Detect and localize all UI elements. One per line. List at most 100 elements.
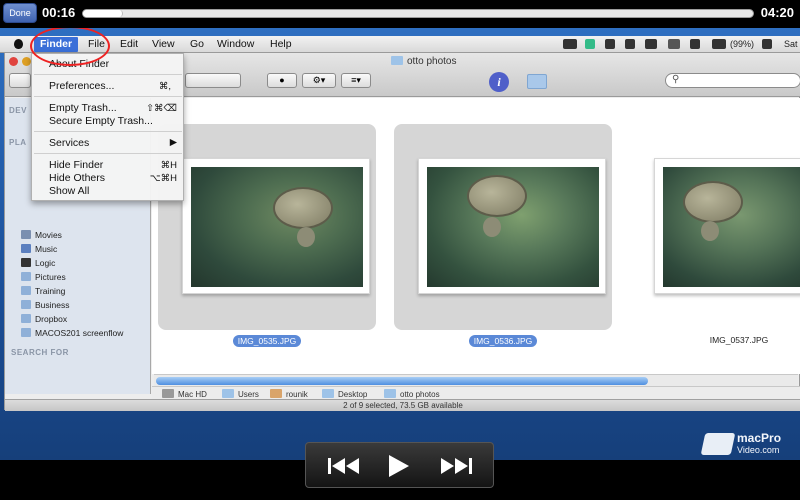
video-frame[interactable]: Finder File Edit View Go Window Help (99… <box>0 28 800 460</box>
play-icon[interactable] <box>388 454 410 478</box>
path-item[interactable]: Users <box>222 389 259 399</box>
sidebar-label: Pictures <box>35 272 66 282</box>
file-name: IMG_0536.JPG <box>468 335 538 347</box>
menu-go[interactable]: Go <box>190 38 204 50</box>
path-label: Desktop <box>338 390 368 399</box>
menu-item-hide-finder[interactable]: Hide Finder <box>49 159 103 171</box>
sidebar-item-business[interactable]: Business <box>21 299 70 311</box>
music-icon <box>21 244 31 253</box>
sidebar-item-music[interactable]: Music <box>21 243 57 255</box>
search-input[interactable]: ⚲ <box>665 73 800 88</box>
file-item[interactable]: IMG_0535.JPG <box>158 124 376 347</box>
back-forward-button[interactable] <box>9 73 31 88</box>
done-button[interactable]: Done <box>3 3 37 23</box>
path-label: rounik <box>286 390 308 399</box>
path-bar: Mac HD Users rounik Desktop otto photos <box>152 386 800 399</box>
get-info-icon[interactable]: i <box>489 72 509 92</box>
path-label: Mac HD <box>178 390 207 399</box>
turtle-shape <box>467 175 527 217</box>
display-icon[interactable] <box>645 39 657 49</box>
finder-menu: About Finder Preferences... ⌘, Empty Tra… <box>31 53 184 201</box>
folder-icon <box>21 328 31 337</box>
status-bar: 2 of 9 selected, 73.5 GB available <box>5 399 800 411</box>
screen-recorder-icon[interactable] <box>563 39 577 49</box>
arrange-button[interactable]: ≡▾ <box>341 73 371 88</box>
mac-menubar: Finder File Edit View Go Window Help (99… <box>0 36 800 53</box>
file-label[interactable]: IMG_0536.JPG <box>394 335 612 347</box>
rewind-icon[interactable] <box>328 457 360 475</box>
sidebar-item-logic[interactable]: Logic <box>21 257 55 269</box>
sidebar-label: Logic <box>35 258 56 268</box>
eye-icon: ● <box>279 75 285 85</box>
file-label[interactable]: IMG_0535.JPG <box>158 335 376 347</box>
shortcut-hide-others: ⌥⌘H <box>149 173 177 184</box>
menu-item-preferences[interactable]: Preferences... <box>49 80 114 92</box>
scroll-thumb[interactable] <box>156 377 648 385</box>
sidebar-item-pictures[interactable]: Pictures <box>21 271 66 283</box>
sidebar-item-training[interactable]: Training <box>21 285 65 297</box>
volume-icon[interactable] <box>690 39 700 49</box>
view-switcher[interactable] <box>185 73 241 88</box>
menu-item-show-all[interactable]: Show All <box>49 185 89 197</box>
path-item[interactable]: otto photos <box>384 389 440 399</box>
sidebar-places-header[interactable]: PLA <box>9 138 27 147</box>
sidebar-label: Business <box>35 300 70 310</box>
time-machine-icon[interactable] <box>605 39 615 49</box>
folder-icon <box>21 286 31 295</box>
battery-icon[interactable] <box>712 39 726 49</box>
menu-item-hide-others[interactable]: Hide Others <box>49 172 105 184</box>
shortcut-hide-finder: ⌘H <box>160 160 177 171</box>
fast-forward-icon[interactable] <box>440 457 472 475</box>
thumbnail-frame <box>654 158 800 294</box>
path-item[interactable]: rounik <box>270 389 308 399</box>
icon-view[interactable]: IMG_0535.JPG IMG_0536.JPG IMG_0537.JPG <box>152 98 800 374</box>
scrubber-bar[interactable] <box>82 9 754 18</box>
menu-item-services[interactable]: Services <box>49 137 89 149</box>
path-item[interactable]: Desktop <box>322 389 367 399</box>
battery-percent: (99%) <box>730 39 755 49</box>
photo-thumbnail <box>191 167 363 287</box>
folder-icon <box>384 389 396 398</box>
sidebar-item-movies[interactable]: Movies <box>21 229 62 241</box>
wifi-icon[interactable] <box>668 39 680 49</box>
sidebar-item-dropbox[interactable]: Dropbox <box>21 313 67 325</box>
menu-item-empty-trash[interactable]: Empty Trash... <box>49 102 117 114</box>
file-item[interactable]: IMG_0537.JPG <box>630 124 800 345</box>
sidebar-devices-header[interactable]: DEV <box>9 106 27 115</box>
file-item[interactable]: IMG_0536.JPG <box>394 124 612 347</box>
flag-icon[interactable] <box>762 39 772 49</box>
photo-thumbnail <box>663 167 800 287</box>
menubar-clock[interactable]: Sat <box>784 39 798 49</box>
sidebar-item-macos201[interactable]: MACOS201 screenflow <box>21 327 123 339</box>
menu-separator <box>34 131 182 132</box>
macprovideo-logo: macPro Video.com <box>700 432 795 455</box>
shortcut-empty-trash: ⇧⌘⌫ <box>146 103 177 114</box>
disk-icon <box>162 389 174 398</box>
logo-mark <box>700 433 736 455</box>
menu-item-secure-empty-trash[interactable]: Secure Empty Trash... <box>49 115 153 127</box>
new-folder-icon[interactable] <box>527 74 547 89</box>
close-icon[interactable] <box>9 57 18 66</box>
menu-separator <box>34 96 182 97</box>
file-name: IMG_0535.JPG <box>232 335 302 347</box>
menu-help[interactable]: Help <box>270 38 292 50</box>
menu-edit[interactable]: Edit <box>120 38 138 50</box>
sync-icon[interactable] <box>585 39 595 49</box>
sidebar-label: Movies <box>35 230 62 240</box>
file-name: IMG_0537.JPG <box>709 335 769 345</box>
sidebar-search-header[interactable]: SEARCH FOR <box>11 348 69 357</box>
lock-icon[interactable] <box>625 39 635 49</box>
action-button[interactable]: ⚙▾ <box>302 73 336 88</box>
menu-window[interactable]: Window <box>217 38 254 50</box>
horizontal-scrollbar[interactable] <box>154 374 798 386</box>
sidebar-label: Music <box>35 244 58 254</box>
sidebar-label: MACOS201 screenflow <box>35 328 124 338</box>
remaining-time: 04:20 <box>760 5 794 20</box>
submenu-arrow-icon: ▶ <box>169 137 177 148</box>
path-item[interactable]: Mac HD <box>162 389 207 399</box>
quick-look-button[interactable]: ● <box>267 73 297 88</box>
file-label[interactable]: IMG_0537.JPG <box>630 335 800 345</box>
folder-icon <box>391 56 403 65</box>
minimize-icon[interactable] <box>22 57 31 66</box>
menu-view[interactable]: View <box>152 38 175 50</box>
